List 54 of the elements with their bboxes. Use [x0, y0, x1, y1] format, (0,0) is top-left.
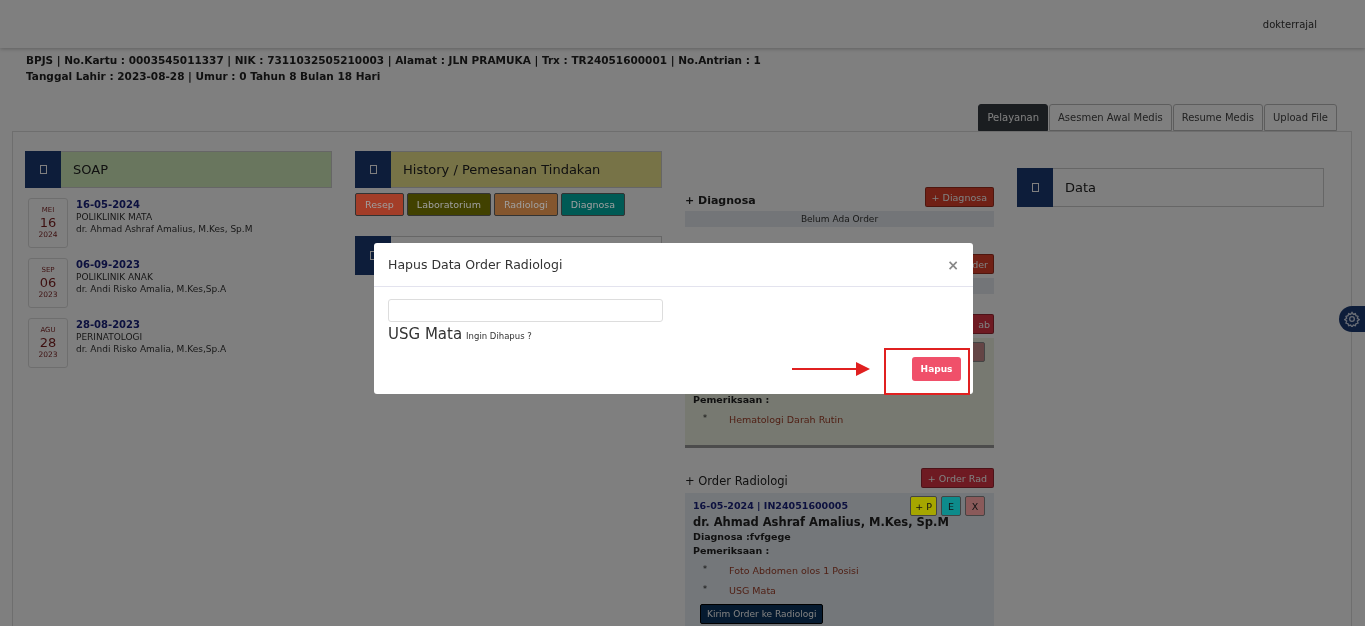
- action-button[interactable]: + P: [910, 496, 937, 516]
- order-number: 16-05-2024 | IN24051600005: [693, 500, 849, 511]
- section-heading: + Diagnosa: [685, 194, 756, 207]
- clinic-name: PERINATOLOGI: [76, 332, 144, 342]
- exam-item: USG Mata: [729, 585, 776, 596]
- section-heading: + Order Radiologi: [685, 474, 788, 488]
- settings-button[interactable]: [1339, 306, 1365, 332]
- exam-item: Hematologi Darah Rutin: [729, 414, 844, 425]
- bullet: *: [703, 585, 708, 596]
- exam-item: Foto Abdomen olos 1 Posisi: [729, 565, 859, 576]
- clinic-name: POLIKLINIK ANAK: [76, 272, 154, 282]
- square-icon: [369, 165, 377, 174]
- bullet: *: [703, 565, 708, 576]
- clinic-name: POLIKLINIK MATA: [76, 212, 154, 222]
- send-order-button[interactable]: Kirim Order ke Radiologi: [700, 604, 824, 624]
- confirm-message: USG Mata Ingin Dihapus ?: [388, 325, 533, 343]
- close-button[interactable]: ×: [947, 256, 959, 273]
- tab[interactable]: Asesmen Awal Medis: [1049, 104, 1172, 131]
- delete-button[interactable]: Hapus: [912, 357, 961, 381]
- square-icon: [1031, 183, 1039, 192]
- add-radiology-button[interactable]: + Order Rad: [920, 468, 994, 488]
- tab[interactable]: Resume Medis: [1172, 104, 1264, 131]
- panel-title: Data: [1065, 180, 1097, 195]
- square-icon: [39, 165, 47, 174]
- action-button[interactable]: X: [965, 496, 985, 516]
- order-button[interactable]: Resep: [355, 193, 404, 216]
- empty-message: Belum Ada Order: [685, 211, 994, 227]
- order-button[interactable]: Radiologi: [493, 193, 558, 216]
- settings-icon: [1344, 311, 1360, 327]
- patient-info: Tanggal Lahir : 2023-08-28 | Umur : 0 Tahun 8 Bulan 18 Hari: [26, 69, 382, 84]
- tab[interactable]: Pelayanan: [978, 104, 1048, 131]
- visit-date[interactable]: 16-05-2024: [76, 199, 253, 210]
- tab[interactable]: Upload File: [1264, 104, 1337, 131]
- exam-label: Pemeriksaan :: [693, 545, 771, 556]
- panel-title: SOAP: [73, 162, 108, 177]
- user-name[interactable]: dokterrajal: [1262, 18, 1317, 30]
- input-field[interactable]: [388, 299, 663, 322]
- order-button[interactable]: Laboratorium: [406, 193, 491, 216]
- dialog-title: Hapus Data Order Radiologi: [388, 257, 563, 272]
- panel-title: History / Pemesanan Tindakan: [403, 162, 601, 177]
- exam-label: Pemeriksaan :: [693, 394, 771, 405]
- doctor-name: dr. Ahmad Ashraf Amalius, M.Kes, Sp.M: [76, 224, 253, 234]
- order-button[interactable]: Diagnosa: [560, 193, 626, 216]
- arrow-icon: [792, 362, 872, 376]
- visit-date[interactable]: 28-08-2023: [76, 319, 227, 330]
- doctor-name: dr. Andi Risko Amalia, M.Kes,Sp.A: [76, 284, 227, 294]
- visit-date[interactable]: 06-09-2023: [76, 259, 227, 270]
- action-button[interactable]: E: [941, 496, 961, 516]
- diagnosis: Diagnosa :fvfgege: [693, 531, 792, 542]
- doctor-name: dr. Ahmad Ashraf Amalius, M.Kes, Sp.M: [693, 515, 950, 529]
- bullet: *: [703, 414, 708, 425]
- add-diagnosa-button[interactable]: + Diagnosa: [924, 187, 994, 207]
- doctor-name: dr. Andi Risko Amalia, M.Kes,Sp.A: [76, 344, 227, 354]
- patient-info: BPJS | No.Kartu : 0003545011337 | NIK : 7311032505210003 | Alamat : JLN PRAMUKA | Trx : TR24051600001 | No.Antrian : 1: [26, 53, 762, 68]
